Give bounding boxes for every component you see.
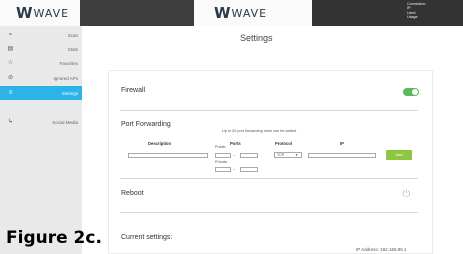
port-forwarding-title: Port Forwarding xyxy=(121,121,171,128)
header-logo: W WAVE xyxy=(194,0,312,26)
header-dark-band xyxy=(80,0,194,26)
wifi-icon: ≈ xyxy=(8,31,13,38)
public-port-start-input[interactable] xyxy=(215,153,231,158)
connection-panel: Connection: IP: Used: Usage: xyxy=(312,0,463,26)
logo-text: WAVE xyxy=(231,6,268,20)
sidebar-item-label: Favorites xyxy=(59,60,78,66)
protocol-value: TCP xyxy=(277,153,285,157)
toggle-knob xyxy=(412,89,418,95)
logo-text: WAVE xyxy=(33,6,70,20)
top-bar: W WAVE W WAVE Connection: IP: Used: Usag… xyxy=(0,0,463,26)
private-port-end-input[interactable] xyxy=(240,167,258,172)
firewall-title: Firewall xyxy=(121,87,146,94)
sidebar-item-label: Ignored APs xyxy=(53,75,78,81)
divider xyxy=(120,110,418,111)
col-protocol: Protocol xyxy=(275,141,292,146)
current-settings-title: Current settings: xyxy=(121,234,173,241)
sidebar-item-label: Social Media xyxy=(52,119,78,125)
power-icon[interactable]: ⏻ xyxy=(401,189,412,200)
share-icon: ↳ xyxy=(7,118,14,125)
sidebar-item-settings[interactable]: ≡ Settings xyxy=(0,86,82,100)
firewall-toggle[interactable] xyxy=(403,88,419,96)
public-label: Public: xyxy=(215,145,227,149)
port-forwarding-note: Up to 20 port forwarding rules can be ad… xyxy=(222,129,298,133)
sidebar-logo: W WAVE xyxy=(0,0,80,26)
col-description: Description xyxy=(148,141,172,146)
bar-chart-icon: ▤ xyxy=(7,45,14,52)
wave-logo-icon: W xyxy=(16,4,32,22)
divider xyxy=(120,178,418,179)
divider xyxy=(120,212,418,213)
sidebar-item-stats[interactable]: ▤ Stats xyxy=(0,42,82,56)
settings-panel xyxy=(108,70,433,254)
connection-info: Connection: IP: Used: Usage: xyxy=(407,2,426,20)
wave-logo-icon: W xyxy=(214,4,230,22)
public-port-end-input[interactable] xyxy=(240,153,258,158)
col-ip: IP xyxy=(340,141,344,146)
sidebar-item-label: Stats xyxy=(67,46,78,52)
sidebar-item-favorites[interactable]: ☆ Favorites xyxy=(0,56,82,70)
description-input[interactable] xyxy=(128,153,208,158)
chevron-down-icon: ▼ xyxy=(295,153,298,157)
add-rule-button[interactable]: Add xyxy=(386,150,412,160)
sidebar-item-ignored-aps[interactable]: ⊘ Ignored APs xyxy=(0,71,82,85)
block-icon: ⊘ xyxy=(7,74,14,81)
port-range-dash: – xyxy=(233,152,236,157)
ip-address: IP Address: 192.168.86.1 xyxy=(356,247,407,252)
sidebar: ≈ Scan ▤ Stats ☆ Favorites ⊘ Ignored APs… xyxy=(0,26,82,254)
sidebar-item-label: Settings xyxy=(61,90,78,96)
private-label: Private: xyxy=(215,160,228,164)
reboot-title: Reboot xyxy=(121,190,144,197)
col-ports: Ports xyxy=(230,141,241,146)
page-title: Settings xyxy=(240,33,273,43)
port-range-dash: – xyxy=(233,166,236,171)
ip-input[interactable] xyxy=(308,153,376,158)
sidebar-item-label: Scan xyxy=(67,32,78,38)
gear-icon: ≡ xyxy=(8,89,13,96)
usage-label: Usage: xyxy=(407,15,419,20)
sidebar-item-scan[interactable]: ≈ Scan xyxy=(0,28,82,42)
protocol-select[interactable]: TCP ▼ xyxy=(274,152,302,158)
sidebar-item-social-media[interactable]: ↳ Social Media xyxy=(0,115,82,129)
private-port-start-input[interactable] xyxy=(215,167,231,172)
star-icon: ☆ xyxy=(7,59,14,66)
figure-caption: Figure 2c. xyxy=(6,228,102,248)
